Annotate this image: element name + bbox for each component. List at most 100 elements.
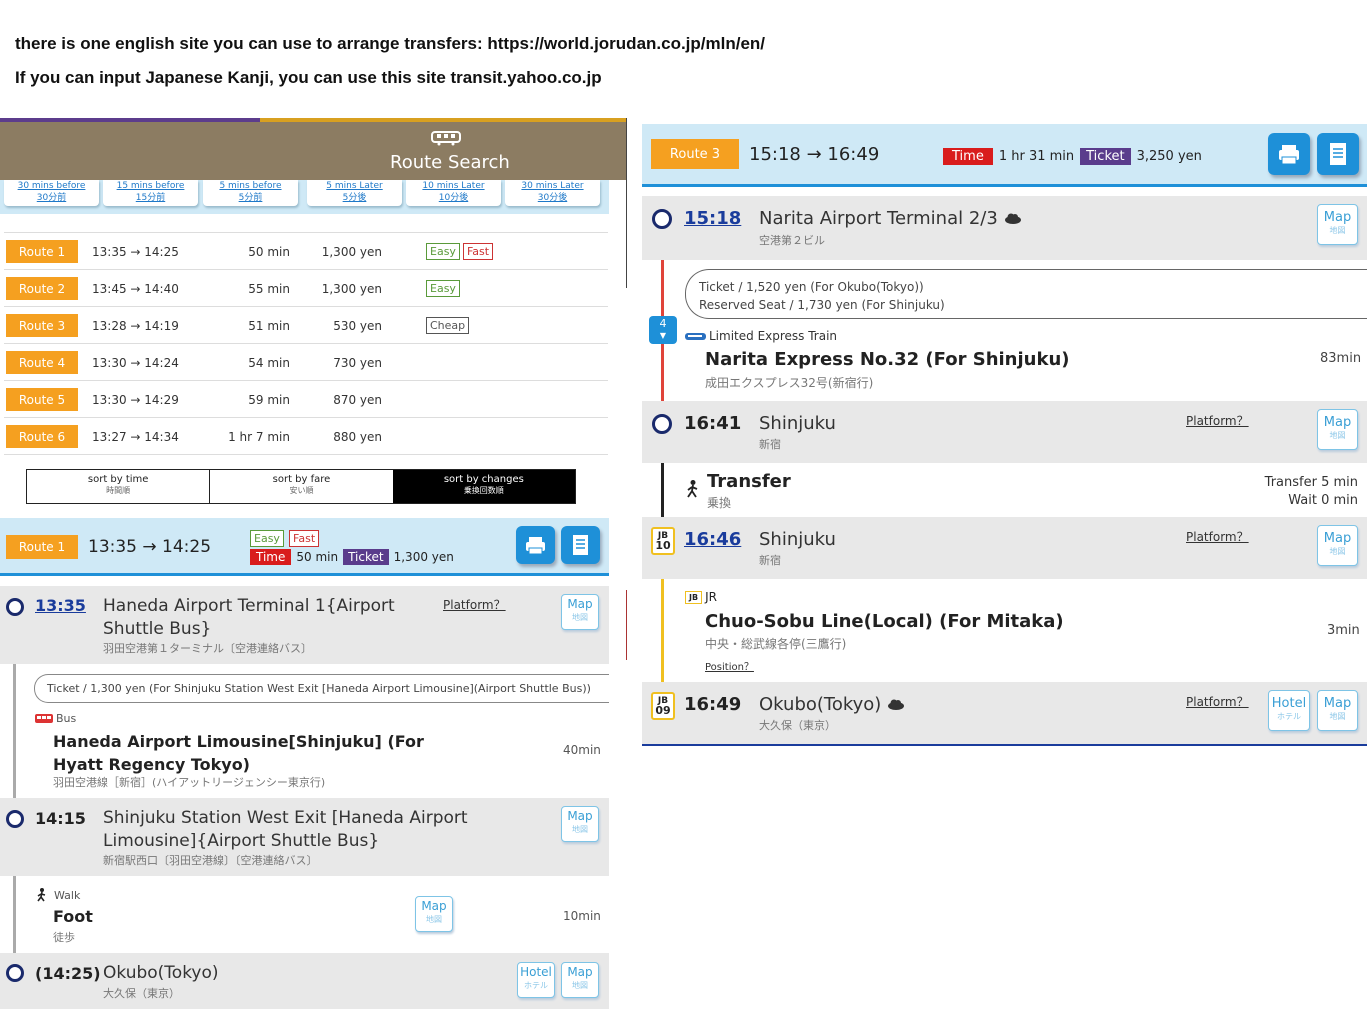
- time-adjust-label: 5 mins before: [219, 181, 282, 191]
- route-row[interactable]: Route 5 13:30 → 14:29 59 min 870 yen: [4, 382, 608, 418]
- print-icon: [526, 537, 545, 555]
- train-duration: 83min: [1320, 351, 1362, 366]
- route-time: 13:35 → 14:25: [88, 537, 212, 557]
- sort-by-time-button[interactable]: sort by time 時間順: [27, 470, 211, 503]
- station-name: Okubo(Tokyo): [759, 694, 882, 715]
- ticket-info: Ticket / 1,520 yen (For Okubo(Tokyo)) Res…: [685, 269, 1367, 319]
- memo-button[interactable]: [1317, 133, 1359, 175]
- hotel-button[interactable]: Hotel ホテル: [1268, 690, 1310, 731]
- map-button[interactable]: Map 地図: [1317, 525, 1358, 566]
- time-adjust-button[interactable]: 30 mins before 30分前: [4, 180, 99, 206]
- print-button[interactable]: [516, 526, 555, 564]
- route-row[interactable]: Route 6 13:27 → 14:34 1 hr 7 min 880 yen: [4, 419, 608, 455]
- airport-icon: [1004, 213, 1021, 224]
- route-row[interactable]: Route 4 13:30 → 14:24 54 min 730 yen: [4, 345, 608, 381]
- map-button[interactable]: Map 地図: [561, 962, 599, 998]
- bus-name-jp: 羽田空港線［新宿］(ハイアットリージェンシー東京行): [53, 776, 326, 789]
- bus-icon: [35, 713, 53, 723]
- time-adjust-label: 15 mins before: [116, 181, 185, 191]
- time-adjust-button[interactable]: 5 mins Later 5分後: [307, 180, 402, 206]
- print-button[interactable]: [1268, 133, 1310, 175]
- route-time: 13:45 → 14:40: [92, 282, 179, 296]
- platform-link[interactable]: Platform？: [1186, 412, 1249, 429]
- line-code-badge: JB: [685, 590, 703, 604]
- arrival-time: 16:41: [684, 413, 742, 434]
- fare: 1,300 yen: [393, 550, 454, 564]
- ticket-info: Ticket / 1,300 yen (For Shinjuku Station…: [34, 674, 609, 703]
- departure-time-link[interactable]: 15:18: [684, 208, 741, 229]
- print-icon: [1279, 145, 1299, 165]
- sort-by-changes-button[interactable]: sort by changes 乗換回数順: [392, 470, 575, 503]
- route-row[interactable]: Route 1 13:35 → 14:25 50 min 1,300 yen E…: [4, 234, 608, 270]
- map-button[interactable]: Map 地図: [415, 896, 453, 932]
- time-adjust-label-jp: 15分前: [135, 193, 166, 203]
- station-name-jp: 大久保（東京）: [103, 987, 180, 1000]
- duration: 1 hr 31 min: [998, 149, 1075, 164]
- station-name-cont: Shuttle Bus}: [103, 619, 212, 639]
- map-button[interactable]: Map 地図: [1317, 409, 1358, 450]
- intro-line-2: If you can input Japanese Kanji, you can…: [15, 68, 602, 87]
- memo-button[interactable]: [561, 526, 600, 564]
- route-chip: Route 3: [651, 139, 739, 169]
- time-adjust-button[interactable]: 30 mins Later 30分後: [505, 180, 600, 206]
- time-label: Time: [943, 148, 993, 165]
- route-time: 13:30 → 14:29: [92, 393, 179, 407]
- bus-name: Haneda Airport Limousine[Shinjuku] (For: [53, 732, 424, 751]
- map-button[interactable]: Map 地図: [1317, 204, 1358, 245]
- position-link[interactable]: Position？: [705, 658, 754, 673]
- time-adjust-label: 10 mins Later: [422, 181, 485, 191]
- walk-icon: [37, 888, 46, 902]
- station-code-badge: JB 10: [651, 527, 675, 555]
- time-adjust-button[interactable]: 10 mins Later 10分後: [406, 180, 501, 206]
- route-tags: Cheap: [426, 317, 472, 334]
- route-fare: 730 yen: [333, 356, 382, 370]
- station-name-jp: 大久保（東京）: [759, 719, 836, 732]
- time-adjust-button[interactable]: 5 mins before 5分前: [203, 180, 298, 206]
- station-name: Shinjuku: [759, 529, 836, 550]
- limited-express-icon: [685, 332, 706, 340]
- route-duration: 59 min: [248, 393, 290, 407]
- walk-name-jp: 徒歩: [53, 931, 75, 944]
- station-shinjuku: 16:41 Shinjuku 新宿 Platform？ Map 地図: [642, 401, 1367, 463]
- hotel-button[interactable]: Hotel ホテル: [517, 962, 555, 998]
- platform-link[interactable]: Platform？: [1186, 528, 1249, 545]
- duration: 50 min: [296, 550, 339, 564]
- arrival-time: (14:25): [35, 964, 101, 983]
- line-type: JB JR: [685, 590, 717, 604]
- station-name: Okubo(Tokyo): [103, 963, 219, 983]
- route-fare: 880 yen: [333, 430, 382, 444]
- time-adjust-label: 30 mins before: [17, 181, 86, 191]
- car-number-badge: 4 ▼: [649, 316, 677, 344]
- route-tags: Easy Fast: [426, 243, 496, 260]
- route-fare: 1,300 yen: [321, 245, 382, 259]
- station-narita: 15:18 Narita Airport Terminal 2/3 空港第２ビル…: [642, 196, 1367, 260]
- station-okubo: (14:25) Okubo(Tokyo) 大久保（東京） Hotel ホテル Ma…: [0, 953, 609, 1009]
- page-title: Route Search: [390, 152, 510, 173]
- route-time: 15:18 → 16:49: [749, 144, 880, 165]
- station-code-badge: JB 09: [651, 692, 675, 720]
- route-chip: Route 5: [6, 388, 78, 411]
- route-chip: Route 1: [6, 240, 78, 263]
- route-row[interactable]: Route 2 13:45 → 14:40 55 min 1,300 yen E…: [4, 271, 608, 307]
- easy-tag: Easy: [250, 530, 284, 547]
- map-button[interactable]: Map 地図: [561, 594, 599, 630]
- time-adjust-button[interactable]: 15 mins before 15分前: [103, 180, 198, 206]
- route-tag: Easy: [426, 243, 460, 260]
- divider: [626, 590, 627, 660]
- route-chip: Route 4: [6, 351, 78, 374]
- departure-time-link[interactable]: 13:35: [35, 596, 86, 615]
- route-tag: Cheap: [426, 317, 470, 334]
- platform-link[interactable]: Platform？: [443, 596, 506, 613]
- walk-type-label: Walk: [54, 888, 81, 902]
- route-search-header: Route Search: [0, 118, 627, 180]
- route-row[interactable]: Route 3 13:28 → 14:19 51 min 530 yen Che…: [4, 308, 608, 344]
- line-name-jp: 中央・総武線各停(三鷹行): [705, 637, 847, 651]
- map-button[interactable]: Map 地図: [561, 806, 599, 842]
- map-button[interactable]: Map 地図: [1317, 690, 1358, 731]
- route-fare: 870 yen: [333, 393, 382, 407]
- sort-by-fare-button[interactable]: sort by fare 安い順: [210, 470, 392, 503]
- station-name-jp: 空港第２ビル: [759, 234, 825, 247]
- route-time: 13:35 → 14:25: [92, 245, 179, 259]
- departure-time-link[interactable]: 16:46: [684, 529, 741, 550]
- platform-link[interactable]: Platform？: [1186, 693, 1249, 710]
